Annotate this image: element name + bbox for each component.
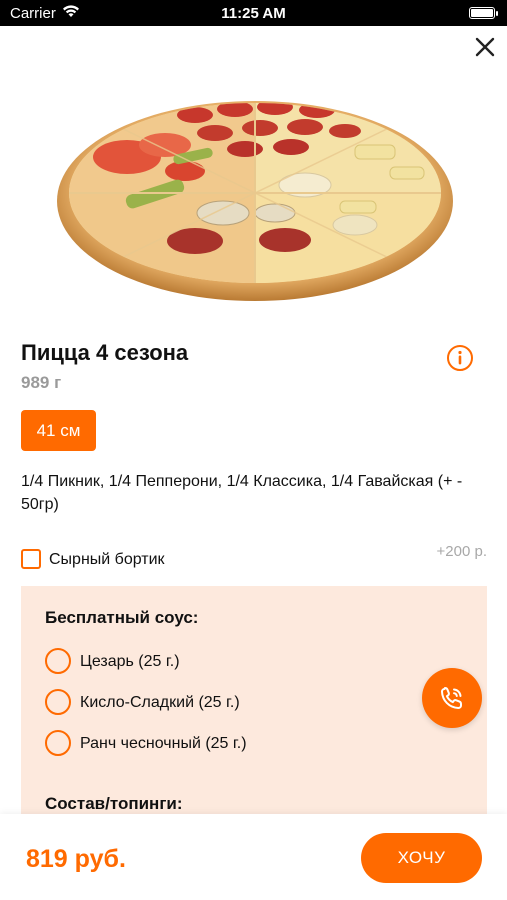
sauce-radio[interactable]	[45, 689, 71, 715]
product-image	[55, 95, 455, 305]
product-weight: 989 г	[21, 373, 62, 392]
size-option-button[interactable]: 41 см	[21, 410, 96, 451]
sauce-option-sweet-sour[interactable]: Кисло-Сладкий (25 г.)	[45, 689, 345, 717]
call-button[interactable]	[422, 668, 482, 728]
status-bar: Carrier 11:25 AM	[0, 0, 507, 26]
sauce-option-label: Кисло-Сладкий (25 г.)	[80, 694, 240, 711]
order-button[interactable]: ХОЧУ	[361, 833, 482, 883]
product-description: 1/4 Пикник, 1/4 Пепперони, 1/4 Классика,…	[21, 473, 463, 513]
phone-icon	[441, 687, 462, 709]
sauce-option-label: Цезарь (25 г.)	[80, 653, 180, 670]
sauce-title: Бесплатный соус:	[45, 608, 199, 627]
cheese-crust-label: Сырный бортик	[49, 551, 165, 568]
bottom-bar: 819 руб. ХОЧУ	[0, 814, 507, 900]
sauce-radio[interactable]	[45, 730, 71, 756]
info-icon	[447, 345, 473, 371]
battery-icon	[469, 7, 498, 19]
total-price: 819 руб.	[26, 845, 126, 873]
info-button[interactable]	[446, 344, 474, 372]
cheese-crust-price: +200 р.	[436, 543, 487, 560]
product-title: Пицца 4 сезона	[21, 340, 189, 365]
sauce-option-ranch[interactable]: Ранч чесночный (25 г.)	[45, 730, 345, 758]
sauce-radio[interactable]	[45, 648, 71, 674]
clock: 11:25 AM	[221, 5, 286, 22]
toppings-title: Состав/топинги:	[45, 794, 183, 813]
close-icon	[475, 37, 495, 57]
sauce-option-label: Ранч чесночный (25 г.)	[80, 735, 247, 752]
cheese-crust-checkbox[interactable]	[21, 549, 41, 569]
cheese-crust-option[interactable]: Сырный бортик +200 р.	[21, 543, 487, 573]
sauce-option-caesar[interactable]: Цезарь (25 г.)	[45, 648, 345, 676]
close-button[interactable]	[472, 34, 498, 60]
